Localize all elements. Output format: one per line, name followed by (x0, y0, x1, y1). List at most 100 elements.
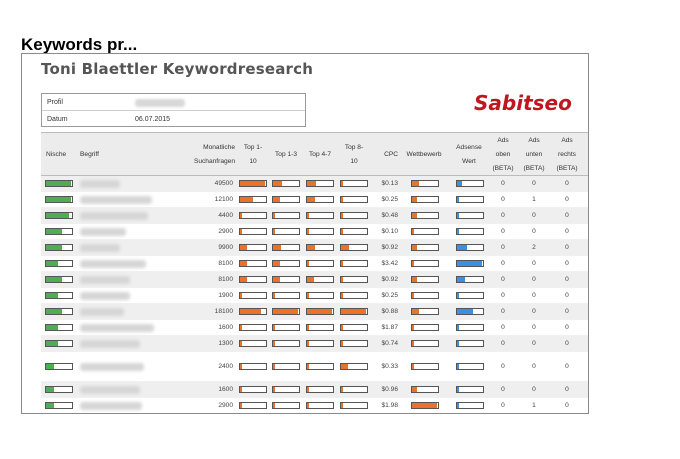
table-row[interactable]: 2400 $0.33 0 0 0 (41, 352, 588, 382)
top1-10-bar (239, 180, 267, 187)
table-row[interactable]: 18100 $0.88 0 0 0 (41, 304, 588, 320)
top1-10-bar-fill (240, 245, 247, 250)
ads-oben-cell: 0 (501, 228, 505, 235)
top1-3-bar-fill (273, 341, 275, 346)
wettbewerb-bar (411, 244, 439, 251)
adsense-bar (456, 212, 484, 219)
ads-oben-cell: 0 (501, 324, 505, 331)
profil-label: Profil (47, 99, 63, 106)
wettbewerb-bar-fill (412, 387, 418, 392)
col-top1-10[interactable]: Top 1- 10 (238, 141, 268, 169)
wettbewerb-bar (411, 276, 439, 283)
nische-bar (45, 292, 73, 299)
col-ads-rechts[interactable]: Ads rechts (BETA) (551, 134, 583, 176)
begriff-redacted (80, 340, 140, 348)
top1-10-bar (239, 228, 267, 235)
nische-bar (45, 196, 73, 203)
datum-value: 06.07.2015 (135, 116, 171, 123)
nische-bar-fill (46, 325, 58, 330)
col-wettbewerb[interactable]: Wettbewerb (400, 148, 448, 162)
adsense-bar (456, 196, 484, 203)
wettbewerb-bar-fill (412, 197, 418, 202)
table-row[interactable]: 49500 $0.13 0 0 0 (41, 176, 588, 192)
table-row[interactable]: 9900 $0.92 0 2 0 (41, 240, 588, 256)
ads-rechts-cell: 0 (565, 276, 569, 283)
col-top4-7[interactable]: Top 4-7 (304, 148, 336, 162)
col-nische[interactable]: Nische (46, 148, 66, 162)
nische-bar (45, 340, 73, 347)
top4-7-bar (306, 402, 334, 409)
top1-10-bar (239, 196, 267, 203)
nische-bar-fill (46, 364, 54, 369)
col-top8-10[interactable]: Top 8- 10 (339, 141, 369, 169)
wettbewerb-bar (411, 212, 439, 219)
top4-7-bar (306, 212, 334, 219)
top4-7-bar (306, 324, 334, 331)
top4-7-bar-fill (307, 387, 309, 392)
cpc-cell: $0.25 (381, 196, 398, 203)
ads-oben-cell: 0 (501, 196, 505, 203)
table-row[interactable]: 4400 $0.48 0 0 0 (41, 208, 588, 224)
volume-cell: 18100 (214, 308, 233, 315)
top8-10-bar (340, 308, 368, 315)
ads-unten-cell: 1 (532, 402, 536, 409)
table-row[interactable]: 1900 $0.25 0 0 0 (41, 288, 588, 304)
col-cpc[interactable]: CPC (371, 148, 398, 162)
top4-7-bar (306, 386, 334, 393)
cpc-cell: $0.88 (381, 308, 398, 315)
top1-10-bar (239, 340, 267, 347)
table-row[interactable]: 12100 $0.25 0 1 0 (41, 192, 588, 208)
col-monatliche[interactable]: Monatliche Suchanfragen (161, 141, 235, 169)
col-ads-unten[interactable]: Ads unten (BETA) (519, 134, 549, 176)
ads-oben-cell: 0 (501, 363, 505, 370)
cpc-cell: $1.98 (381, 402, 398, 409)
adsense-bar-fill (457, 213, 460, 218)
top4-7-bar-fill (307, 229, 309, 234)
top1-10-bar (239, 212, 267, 219)
nische-bar-fill (46, 309, 62, 314)
adsense-bar-fill (457, 387, 459, 392)
top1-3-bar (272, 363, 300, 370)
table-row[interactable]: 8100 $0.92 0 0 0 (41, 272, 588, 288)
volume-cell: 8100 (218, 260, 233, 267)
ads-oben-cell: 0 (501, 340, 505, 347)
col-begriff[interactable]: Begriff (80, 148, 99, 162)
ads-unten-cell: 0 (532, 340, 536, 347)
wettbewerb-bar (411, 260, 439, 267)
top4-7-bar (306, 196, 334, 203)
table-row[interactable]: 1300 $0.74 0 0 0 (41, 336, 588, 352)
ads-unten-cell: 0 (532, 324, 536, 331)
adsense-bar (456, 244, 484, 251)
top1-10-bar-fill (240, 181, 265, 186)
ads-unten-cell: 0 (532, 212, 536, 219)
adsense-bar (456, 292, 484, 299)
top1-10-bar-fill (240, 309, 261, 314)
top8-10-bar-fill (341, 364, 348, 369)
volume-cell: 9900 (218, 244, 233, 251)
table-body: 49500 $0.13 0 0 0 12100 $0.25 0 1 0 4400 $0.48 0 0 0 29… (41, 176, 588, 413)
wettbewerb-bar-fill (412, 261, 414, 266)
volume-cell: 1900 (218, 292, 233, 299)
ads-rechts-cell: 0 (565, 402, 569, 409)
table-row[interactable]: 1600 $1.87 0 0 0 (41, 320, 588, 336)
table-row[interactable]: 2900 $1.98 0 1 0 (41, 398, 588, 413)
col-adsense[interactable]: Adsense Wert (451, 141, 487, 169)
top8-10-bar (340, 260, 368, 267)
adsense-bar-fill (457, 364, 459, 369)
ads-unten-cell: 0 (532, 308, 536, 315)
table-row[interactable]: 1600 $0.96 0 0 0 (41, 382, 588, 398)
top8-10-bar-fill (341, 213, 343, 218)
adsense-bar (456, 324, 484, 331)
table-row[interactable]: 8100 $3.42 0 0 0 (41, 256, 588, 272)
top8-10-bar (340, 276, 368, 283)
nische-bar (45, 402, 73, 409)
begriff-redacted (80, 196, 152, 204)
col-top1-3[interactable]: Top 1-3 (270, 148, 302, 162)
ads-oben-cell: 0 (501, 212, 505, 219)
col-ads-oben[interactable]: Ads oben (BETA) (489, 134, 517, 176)
top1-3-bar-fill (273, 403, 275, 408)
datum-label: Datum (47, 116, 68, 123)
ads-unten-cell: 0 (532, 276, 536, 283)
top8-10-bar (340, 180, 368, 187)
table-row[interactable]: 2900 $0.10 0 0 0 (41, 224, 588, 240)
